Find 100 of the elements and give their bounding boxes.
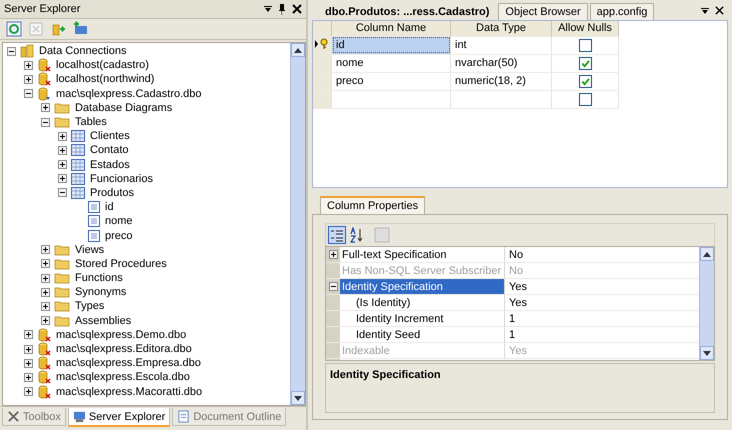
- scrollbar[interactable]: [699, 247, 714, 360]
- expand-toggle[interactable]: [41, 316, 50, 326]
- dropdown-icon[interactable]: [701, 8, 709, 14]
- scroll-down-icon[interactable]: [294, 396, 302, 400]
- property-value[interactable]: No: [505, 248, 524, 260]
- tree-item[interactable]: localhost(cadastro): [55, 59, 150, 72]
- tree-item[interactable]: id: [104, 201, 115, 214]
- expand-toggle[interactable]: [24, 344, 33, 354]
- tree-item[interactable]: mac\sqlexpress.Demo.dbo: [55, 328, 188, 341]
- table-cell[interactable]: numeric(18, 2): [455, 75, 526, 88]
- document-tab[interactable]: Object Browser: [498, 2, 588, 20]
- expand-toggle[interactable]: [58, 146, 67, 155]
- tree-item[interactable]: Stored Procedures: [74, 258, 168, 270]
- tree-item[interactable]: Synonyms: [74, 286, 128, 298]
- expand-toggle[interactable]: [41, 259, 50, 268]
- column-header[interactable]: Column Name: [332, 20, 450, 36]
- scroll-down-icon[interactable]: [703, 350, 711, 356]
- tree-item[interactable]: Types: [74, 300, 106, 312]
- table-cell[interactable]: int: [455, 39, 467, 52]
- expand-toggle[interactable]: [328, 250, 338, 259]
- table-cell[interactable]: preco: [336, 75, 364, 88]
- panel-tab[interactable]: Column Properties: [320, 196, 426, 214]
- databases-icon: [20, 44, 34, 58]
- tree-item[interactable]: Views: [74, 244, 106, 256]
- tree-item[interactable]: mac\sqlexpress.Macoratti.dbo: [55, 386, 204, 398]
- tree-item[interactable]: Funcionarios: [89, 172, 154, 185]
- scroll-up-icon[interactable]: [703, 252, 711, 256]
- expand-toggle[interactable]: [41, 302, 50, 311]
- column-header[interactable]: Data Type: [450, 20, 552, 36]
- expand-toggle[interactable]: [24, 89, 33, 98]
- tree-item[interactable]: mac\sqlexpress.Cadastro.dbo: [55, 88, 203, 100]
- expand-toggle[interactable]: [41, 245, 50, 254]
- table-cell[interactable]: id: [336, 39, 345, 52]
- pin-icon[interactable]: [278, 3, 286, 15]
- tree-item[interactable]: localhost(northwind): [55, 73, 156, 86]
- close-icon[interactable]: [715, 6, 724, 15]
- checkbox[interactable]: [578, 92, 592, 106]
- expand-toggle[interactable]: [24, 330, 33, 340]
- close-icon[interactable]: [292, 4, 302, 14]
- table-icon: [71, 144, 85, 156]
- scrollbar[interactable]: [290, 43, 305, 405]
- expand-toggle[interactable]: [41, 288, 50, 297]
- tree-item[interactable]: Clientes: [89, 130, 131, 142]
- property-name[interactable]: Identity Increment: [340, 311, 505, 326]
- tree-item[interactable]: Estados: [89, 158, 131, 171]
- property-value[interactable]: 1: [505, 328, 516, 340]
- tree-item[interactable]: Produtos: [89, 186, 136, 199]
- tree-item[interactable]: preco: [104, 230, 134, 242]
- tree-item[interactable]: Data Connections: [38, 45, 128, 58]
- table-cell[interactable]: nvarchar(50): [455, 57, 518, 70]
- expand-toggle[interactable]: [24, 74, 33, 84]
- folder-icon: [54, 102, 70, 114]
- tree-item[interactable]: Database Diagrams: [74, 102, 174, 114]
- panel-tab[interactable]: Document Outline: [172, 408, 286, 426]
- connect-server-icon[interactable]: [72, 21, 88, 37]
- property-value[interactable]: Yes: [505, 296, 527, 308]
- tree-item[interactable]: Assemblies: [74, 314, 132, 327]
- expand-toggle[interactable]: [24, 372, 33, 382]
- tree-item[interactable]: mac\sqlexpress.Escola.dbo: [55, 371, 191, 384]
- expand-toggle[interactable]: [58, 160, 67, 170]
- tree-item[interactable]: Contato: [89, 144, 130, 156]
- expand-toggle[interactable]: [41, 274, 50, 283]
- table-cell[interactable]: nome: [336, 57, 364, 70]
- tree-item[interactable]: mac\sqlexpress.Editora.dbo: [55, 343, 193, 356]
- expand-toggle[interactable]: [24, 387, 33, 396]
- expand-toggle[interactable]: [41, 118, 50, 127]
- tree-item[interactable]: mac\sqlexpress.Empresa.dbo: [55, 357, 202, 370]
- scroll-up-icon[interactable]: [294, 48, 302, 52]
- panel-tab[interactable]: Toolbox: [2, 408, 66, 426]
- checkbox[interactable]: [578, 74, 592, 88]
- checkbox[interactable]: [578, 56, 592, 70]
- property-name[interactable]: (Is Identity): [340, 295, 505, 310]
- property-name[interactable]: Full-text Specification: [340, 247, 505, 262]
- dropdown-icon[interactable]: [264, 6, 272, 12]
- refresh-icon[interactable]: [6, 21, 22, 37]
- property-name[interactable]: Identity Specification: [340, 279, 505, 294]
- expand-toggle[interactable]: [58, 132, 67, 141]
- expand-toggle[interactable]: [7, 46, 16, 56]
- row-header[interactable]: [313, 36, 332, 54]
- property-value[interactable]: Yes: [505, 280, 527, 292]
- database-error-icon: [37, 58, 51, 72]
- database-error-icon: [37, 72, 51, 86]
- document-tab[interactable]: app.config: [590, 2, 654, 20]
- expand-toggle[interactable]: [328, 282, 338, 291]
- tree-item[interactable]: Tables: [74, 116, 108, 128]
- expand-toggle[interactable]: [24, 60, 33, 70]
- expand-toggle[interactable]: [41, 103, 50, 112]
- expand-toggle[interactable]: [58, 174, 67, 184]
- categorized-icon[interactable]: [328, 226, 346, 244]
- sort-alphabetical-icon[interactable]: [349, 227, 365, 243]
- tree-item[interactable]: Functions: [74, 272, 124, 284]
- property-value[interactable]: 1: [505, 312, 516, 324]
- expand-toggle[interactable]: [24, 358, 33, 368]
- expand-toggle[interactable]: [58, 188, 67, 198]
- column-header[interactable]: Allow Nulls: [552, 20, 618, 36]
- property-name[interactable]: Identity Seed: [340, 327, 505, 342]
- column-icon: [88, 201, 100, 214]
- checkbox[interactable]: [578, 38, 592, 52]
- panel-tab[interactable]: Server Explorer: [68, 408, 170, 427]
- tree-item[interactable]: nome: [104, 215, 134, 228]
